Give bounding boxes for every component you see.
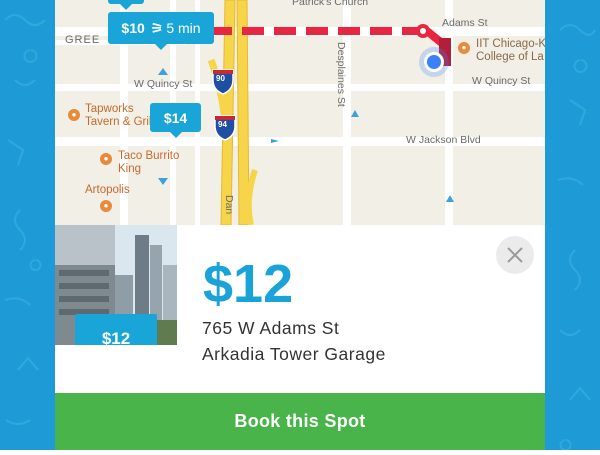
pin-price: $10 [121, 20, 145, 36]
book-spot-button[interactable]: Book this Spot [55, 393, 545, 450]
restaurant-icon[interactable]: ● [100, 153, 112, 165]
app-screen: GREE Patrick's Church Adams St W Quincy … [55, 0, 545, 450]
photo-price-pin: $12 [75, 314, 157, 345]
price-pin-10[interactable]: $10 ⚞ 5 min [108, 12, 214, 50]
restaurant-icon[interactable]: ● [100, 200, 112, 212]
spot-price: $12 [203, 254, 294, 314]
price-pin-14[interactable]: $14 [150, 103, 201, 138]
street-label-dan: Dan [223, 195, 235, 215]
spot-address: 765 W Adams St [202, 318, 340, 338]
interstate-94-shield-label: 94 [218, 120, 227, 129]
poi-line: Taco Burrito [118, 150, 180, 162]
interstate-90-shield-label: 90 [216, 74, 225, 83]
poi-line: Tapworks [85, 103, 134, 115]
poi-line: College of La [476, 51, 544, 63]
poi-line: King [118, 163, 142, 175]
street-label-adams: Adams St [442, 17, 488, 29]
poi-label-tapworks[interactable]: Tapworks Tavern & Grill [85, 103, 154, 129]
restaurant-icon[interactable]: ● [68, 109, 80, 121]
street-label-quincy-right: W Quincy St [472, 75, 531, 87]
pin-price: $14 [163, 109, 188, 126]
garage-photo: $12 [55, 225, 177, 345]
spot-name: Arkadia Tower Garage [202, 344, 386, 364]
poi-label-iit[interactable]: IIT Chicago-K College of La [476, 38, 545, 64]
poi-line: Artopolis [85, 184, 130, 196]
church-label: Patrick's Church [292, 0, 369, 8]
poi-label-artopolis[interactable]: Artopolis [85, 184, 130, 197]
poi-line: IIT Chicago-K [476, 38, 545, 50]
walk-time: 5 min [166, 20, 201, 36]
poi-label-taco-burrito-king[interactable]: Taco Burrito King [118, 150, 179, 176]
price-pin-top[interactable] [108, 0, 144, 10]
school-icon[interactable]: ● [458, 42, 470, 54]
walk-icon: ⚞ [150, 19, 164, 36]
street-label-jackson: W Jackson Blvd [406, 134, 481, 146]
neighborhood-label: GREE [65, 34, 101, 46]
street-label-quincy-left: W Quincy St [134, 78, 193, 90]
close-button[interactable] [496, 236, 534, 274]
poi-line: Tavern & Grill [85, 116, 155, 128]
close-icon [507, 247, 523, 263]
parking-spot-card[interactable]: $12 $12 765 W Adams St Arkadia Tower Gar… [55, 225, 545, 393]
street-label-desplaines: Desplaines St [335, 42, 347, 107]
map-view[interactable]: GREE Patrick's Church Adams St W Quincy … [55, 0, 545, 225]
